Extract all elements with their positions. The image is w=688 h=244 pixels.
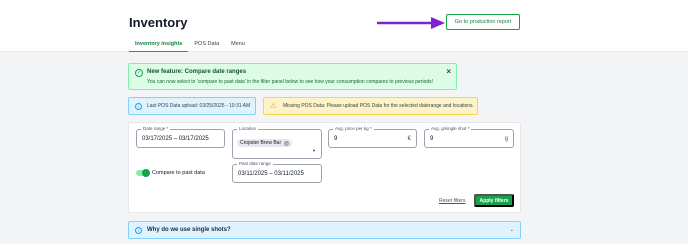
date-range-label: Date range * [141,126,171,131]
avg-price-label: Avg. price per kg * [333,126,374,131]
close-icon[interactable]: × [446,67,451,76]
dropdown-caret-icon[interactable]: ▼ [312,148,316,153]
avg-grams-label: Avg. g/single shot * [429,126,472,131]
pos-upload-info: i Last POS Data upload: 03/25/2025 - 10:… [128,97,256,115]
page-title: Inventory [129,15,188,30]
date-range-field[interactable]: Date range * 03/17/2025 – 03/17/2025 [136,126,225,148]
avg-price-field[interactable]: Avg. price per kg * 9 € [328,126,417,148]
avg-grams-value: 9 [430,136,434,142]
past-date-range-field[interactable]: Past date range 03/11/2025 – 03/11/2025 [232,161,322,183]
compare-toggle-knob[interactable] [142,169,150,177]
top-header [0,0,688,52]
feature-banner-body: You can now select to 'compare to past d… [147,79,434,85]
tab-inventory-insights[interactable]: Inventory insights [129,38,189,52]
tab-bar: Inventory insights POS Data Menu [129,38,251,52]
missing-pos-text: Missing POS Data: Please upload POS Data… [283,103,474,109]
past-date-range-value: 03/11/2025 – 03/11/2025 [238,171,304,177]
date-range-value: 03/17/2025 – 03/17/2025 [142,136,209,142]
chevron-down-icon[interactable]: ⌄ [510,227,514,233]
remove-chip-icon[interactable]: × [284,140,290,146]
feature-banner: ✓ New feature: Compare date ranges You c… [128,63,457,90]
faq-accordion[interactable]: i Why do we use single shots? ⌄ [128,221,521,239]
warning-icon: ⚠ [270,102,277,110]
avg-price-unit: € [407,136,411,142]
past-date-range-label: Past date range [237,161,273,166]
check-circle-icon: ✓ [135,69,143,77]
arrow-annotation-icon [377,17,445,29]
reset-filters-link[interactable]: Reset filters [439,198,465,204]
location-select[interactable]: Location Cropster Brew Bar × ▼ [232,126,322,159]
location-label: Location [237,126,259,131]
info-icon: i [135,227,142,234]
tab-menu[interactable]: Menu [225,38,251,52]
apply-filters-button[interactable]: Apply filters [474,194,514,207]
pos-upload-text: Last POS Data upload: 03/25/2025 - 10:31… [147,103,251,109]
missing-pos-warning: ⚠ Missing POS Data: Please upload POS Da… [263,97,478,115]
tab-pos-data[interactable]: POS Data [188,38,225,52]
location-chip: Cropster Brew Bar × [237,139,293,147]
avg-price-value: 9 [334,136,338,142]
location-chip-label: Cropster Brew Bar [240,140,282,146]
info-icon: i [135,102,142,110]
feature-banner-title: New feature: Compare date ranges [147,69,247,75]
avg-grams-field[interactable]: Avg. g/single shot * 9 g [424,126,514,148]
compare-toggle-label: Compare to past data [152,170,205,176]
avg-grams-unit: g [504,136,508,142]
go-to-production-report-button[interactable]: Go to production report [446,14,520,30]
faq-title: Why do we use single shots? [147,227,231,233]
